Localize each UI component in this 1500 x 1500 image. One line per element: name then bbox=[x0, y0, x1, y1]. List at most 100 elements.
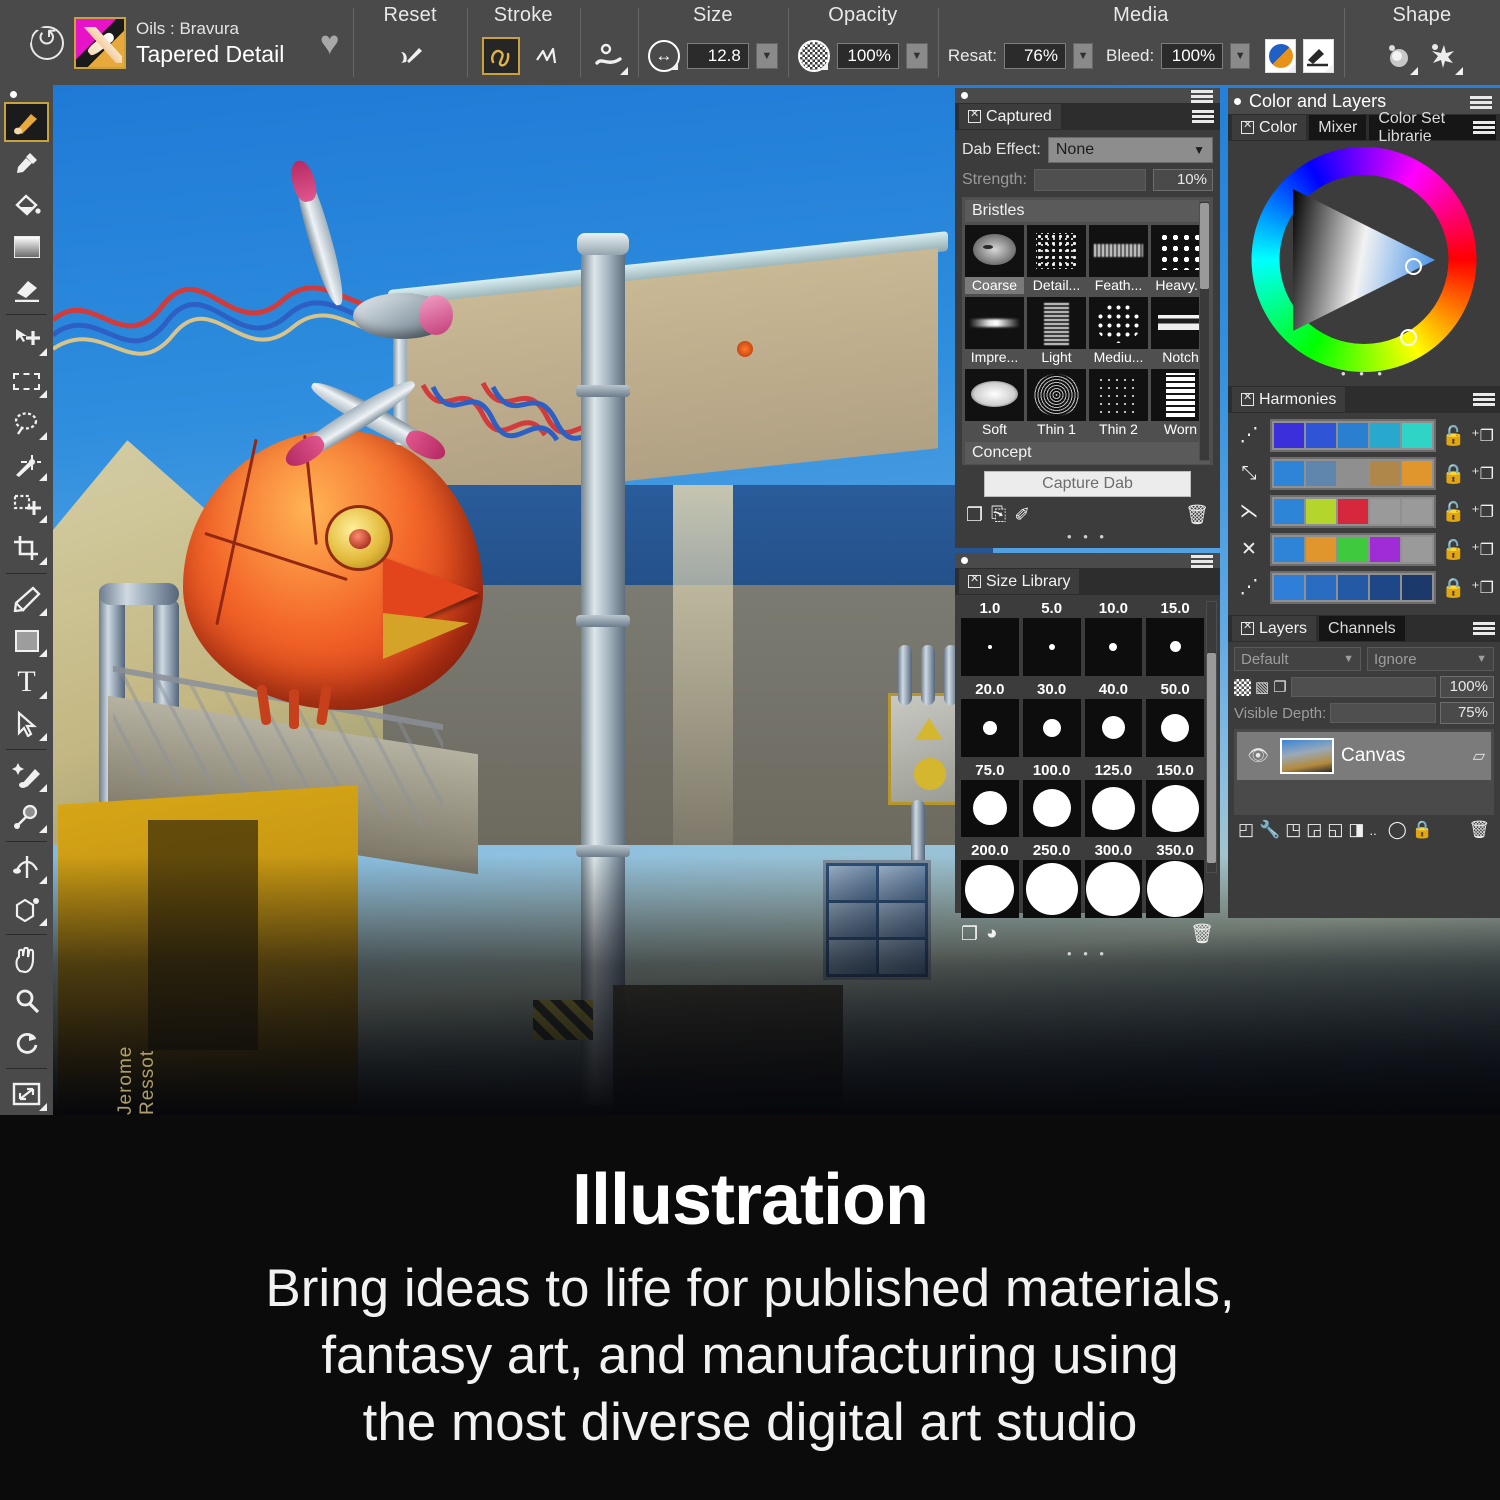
size-item[interactable]: 40.0 bbox=[1085, 680, 1143, 757]
selection-adjuster-tool[interactable] bbox=[4, 486, 49, 526]
swatch[interactable] bbox=[1338, 537, 1368, 562]
crop-tool[interactable] bbox=[4, 528, 49, 568]
shape-tool[interactable] bbox=[4, 621, 49, 661]
swatch[interactable] bbox=[1306, 537, 1336, 562]
size-item[interactable]: 75.0 bbox=[961, 761, 1019, 838]
layers-panel-menu-icon[interactable] bbox=[1473, 622, 1495, 635]
new-liquid-ink-layer-icon[interactable]: ◱ bbox=[1327, 820, 1343, 840]
straight-line-stroke-icon[interactable] bbox=[527, 37, 565, 75]
blend-mode-select[interactable]: Default ▼ bbox=[1234, 647, 1361, 671]
reset-rotate-icon[interactable] bbox=[30, 26, 64, 60]
text-tool[interactable]: T bbox=[4, 662, 49, 702]
cloner-tool[interactable] bbox=[4, 755, 49, 795]
visible-depth-slider[interactable] bbox=[1330, 703, 1436, 723]
eraser-tool[interactable] bbox=[4, 269, 49, 309]
dab-effect-select[interactable]: None ▼ bbox=[1048, 137, 1213, 163]
color-wheel-area[interactable] bbox=[1228, 141, 1500, 366]
size-item[interactable]: 1.0 bbox=[961, 599, 1019, 676]
dab-item[interactable]: Thin 1 bbox=[1027, 369, 1086, 438]
dab-shape-icon[interactable] bbox=[1380, 37, 1418, 75]
harmony-swatches[interactable] bbox=[1270, 495, 1436, 528]
unlock-icon[interactable]: 🔓 bbox=[1442, 424, 1466, 448]
gradient-tool[interactable] bbox=[4, 227, 49, 267]
harmony-swatches[interactable] bbox=[1270, 457, 1436, 490]
swatch[interactable] bbox=[1274, 423, 1304, 448]
dab-item[interactable]: Soft bbox=[965, 369, 1024, 438]
magnifier-tool[interactable] bbox=[4, 982, 49, 1022]
add-swatch-icon[interactable]: ⁺❐ bbox=[1471, 502, 1494, 522]
unlock-icon[interactable]: 🔓 bbox=[1442, 538, 1466, 562]
grabber-hand-tool[interactable] bbox=[4, 940, 49, 980]
new-watercolor-layer-icon[interactable]: ◳ bbox=[1285, 820, 1301, 840]
swatch[interactable] bbox=[1402, 461, 1432, 486]
layer-opacity-value[interactable]: 100% bbox=[1440, 676, 1494, 698]
new-layer-icon[interactable]: ◰ bbox=[1238, 820, 1254, 840]
harmony-monochrome-icon[interactable]: ⋰ bbox=[1234, 576, 1264, 599]
duplicate-dab-icon[interactable]: ❐ bbox=[966, 504, 983, 527]
add-swatch-icon[interactable]: ⁺❐ bbox=[1471, 464, 1494, 484]
size-dropdown-chevron-down-icon[interactable]: ▼ bbox=[756, 43, 778, 69]
freehand-stroke-icon[interactable] bbox=[482, 37, 520, 75]
perspective-grid-tool[interactable] bbox=[4, 889, 49, 929]
size-arrows-icon[interactable]: ↔ bbox=[648, 40, 680, 72]
color-panel-menu-icon[interactable] bbox=[1473, 121, 1495, 134]
size-library-grip[interactable] bbox=[955, 553, 1220, 568]
strength-value[interactable]: 10% bbox=[1153, 169, 1213, 191]
swatch[interactable] bbox=[1338, 423, 1368, 448]
dab-item[interactable]: Mediu... bbox=[1089, 297, 1148, 366]
swatch[interactable] bbox=[1402, 575, 1432, 600]
visible-depth-value[interactable]: 75% bbox=[1440, 702, 1494, 724]
captured-window-menu-icon[interactable] bbox=[1191, 90, 1213, 103]
dab-item[interactable]: Thin 2 bbox=[1089, 369, 1148, 438]
size-item[interactable]: 30.0 bbox=[1023, 680, 1081, 757]
layer-opacity-slider[interactable] bbox=[1291, 677, 1436, 697]
harmony-complementary-icon[interactable]: ⤡ bbox=[1234, 463, 1264, 485]
delete-size-icon[interactable]: 🗑 bbox=[1190, 922, 1214, 946]
close-icon[interactable] bbox=[1241, 622, 1254, 635]
new-dynamic-layer-icon[interactable]: ◲ bbox=[1306, 820, 1322, 840]
divine-proportion-tool[interactable] bbox=[4, 847, 49, 887]
swatch[interactable] bbox=[1274, 537, 1304, 562]
swatch-empty[interactable] bbox=[1402, 537, 1432, 562]
opacity-dropdown-chevron-down-icon[interactable]: ▼ bbox=[906, 43, 928, 69]
size-item[interactable]: 5.0 bbox=[1023, 599, 1081, 676]
add-swatch-icon[interactable]: ⁺❐ bbox=[1471, 426, 1494, 446]
close-icon[interactable] bbox=[1241, 393, 1254, 406]
value-marker[interactable] bbox=[1405, 258, 1422, 275]
swatch[interactable] bbox=[1274, 461, 1304, 486]
eyedropper-tool[interactable] bbox=[4, 144, 49, 184]
rectangular-selection-tool[interactable] bbox=[4, 361, 49, 401]
add-swatch-icon[interactable]: ⁺❐ bbox=[1471, 540, 1494, 560]
layer-mask-icon[interactable]: ◯ bbox=[1388, 820, 1407, 840]
dab-group-bristles[interactable]: Bristles bbox=[965, 200, 1210, 222]
swatch-empty[interactable] bbox=[1370, 499, 1400, 524]
stroke-settings-icon[interactable] bbox=[590, 37, 628, 75]
duplicate-size-icon[interactable]: ❐ bbox=[961, 923, 978, 946]
paint-bucket-tool[interactable] bbox=[4, 185, 49, 225]
delete-dab-icon[interactable]: 🗑 bbox=[1185, 503, 1209, 527]
layers-more-dots-icon[interactable]: .. bbox=[1369, 823, 1376, 838]
opacity-dither-icon[interactable] bbox=[798, 40, 830, 72]
tab-captured[interactable]: Captured bbox=[959, 104, 1061, 129]
swatch[interactable] bbox=[1306, 423, 1336, 448]
screen-mode-tool[interactable] bbox=[4, 1074, 49, 1114]
tab-channels[interactable]: Channels bbox=[1319, 616, 1405, 641]
color-layers-window-menu-icon[interactable] bbox=[1470, 96, 1492, 109]
close-icon[interactable] bbox=[968, 575, 981, 588]
size-item[interactable]: 10.0 bbox=[1085, 599, 1143, 676]
close-icon[interactable] bbox=[968, 110, 981, 123]
dab-group-concept[interactable]: Concept bbox=[965, 442, 1210, 464]
shape-selection-tool[interactable] bbox=[4, 704, 49, 744]
strength-slider[interactable] bbox=[1034, 169, 1146, 191]
dab-browser[interactable]: Bristles Coarse Detail... bbox=[962, 197, 1213, 465]
color-blend-icon[interactable] bbox=[1265, 39, 1296, 73]
size-item[interactable]: 15.0 bbox=[1146, 599, 1204, 676]
bleed-input[interactable]: 100% bbox=[1161, 43, 1223, 69]
swatch[interactable] bbox=[1370, 423, 1400, 448]
brush-preset-thumbnail[interactable] bbox=[74, 17, 126, 69]
size-item[interactable]: 300.0 bbox=[1085, 841, 1143, 918]
size-scrollbar-thumb[interactable] bbox=[1207, 653, 1216, 863]
harmony-tetradic-icon[interactable]: ✕ bbox=[1234, 538, 1264, 561]
swatch[interactable] bbox=[1370, 461, 1400, 486]
hue-marker[interactable] bbox=[1400, 329, 1417, 346]
